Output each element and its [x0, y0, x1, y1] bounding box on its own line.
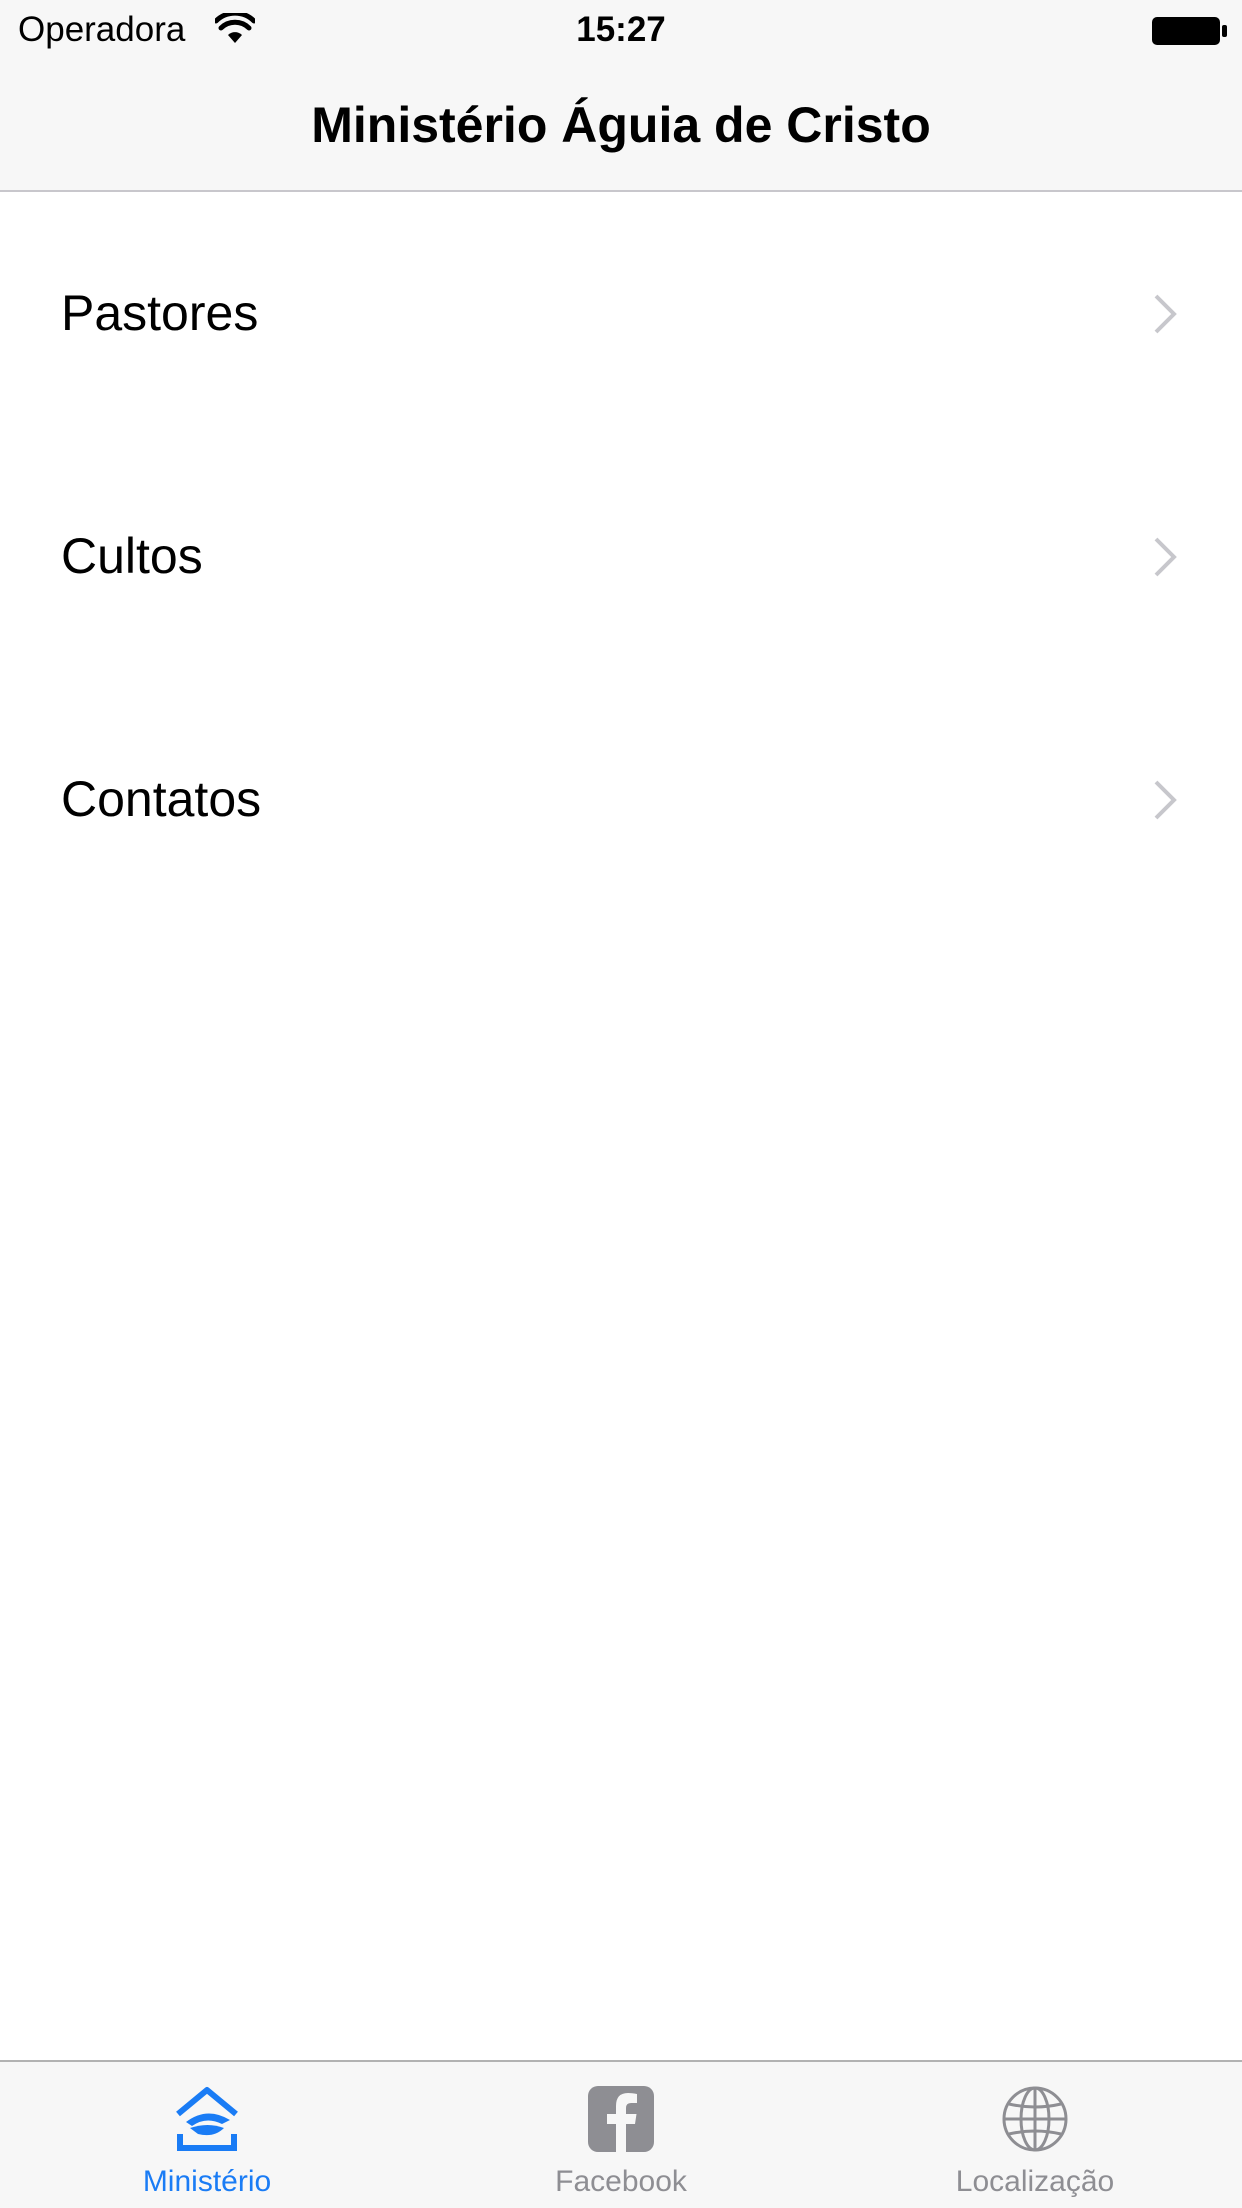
battery-icon — [1150, 14, 1230, 48]
chevron-right-icon — [1150, 778, 1180, 822]
tab-label: Facebook — [555, 2165, 687, 2198]
chevron-right-icon — [1150, 535, 1180, 579]
menu-list: Pastores Cultos Contatos — [0, 192, 1242, 921]
tab-label: Ministério — [142, 2165, 272, 2198]
tab-label: Localização — [955, 2165, 1115, 2198]
navigation-bar: Ministério Águia de Cristo — [0, 60, 1242, 192]
tab-localizacao[interactable]: Localização — [828, 2062, 1242, 2208]
page-title: Ministério Águia de Cristo — [311, 97, 931, 153]
eagle-home-icon — [172, 2084, 242, 2154]
tab-bar: Ministério Facebook Localização — [0, 2060, 1242, 2208]
menu-item-label: Contatos — [61, 771, 262, 827]
status-time: 15:27 — [576, 10, 666, 49]
tab-facebook[interactable]: Facebook — [414, 2062, 828, 2208]
menu-item-label: Cultos — [61, 528, 203, 584]
chevron-right-icon — [1150, 292, 1180, 336]
globe-icon — [1000, 2084, 1070, 2154]
tab-ministerio[interactable]: Ministério — [0, 2062, 414, 2208]
status-bar: Operadora 15:27 — [0, 0, 1242, 60]
facebook-icon — [586, 2084, 656, 2154]
menu-item-contatos[interactable]: Contatos — [0, 678, 1242, 921]
menu-item-pastores[interactable]: Pastores — [0, 192, 1242, 435]
menu-item-cultos[interactable]: Cultos — [0, 435, 1242, 678]
menu-item-label: Pastores — [61, 285, 259, 341]
